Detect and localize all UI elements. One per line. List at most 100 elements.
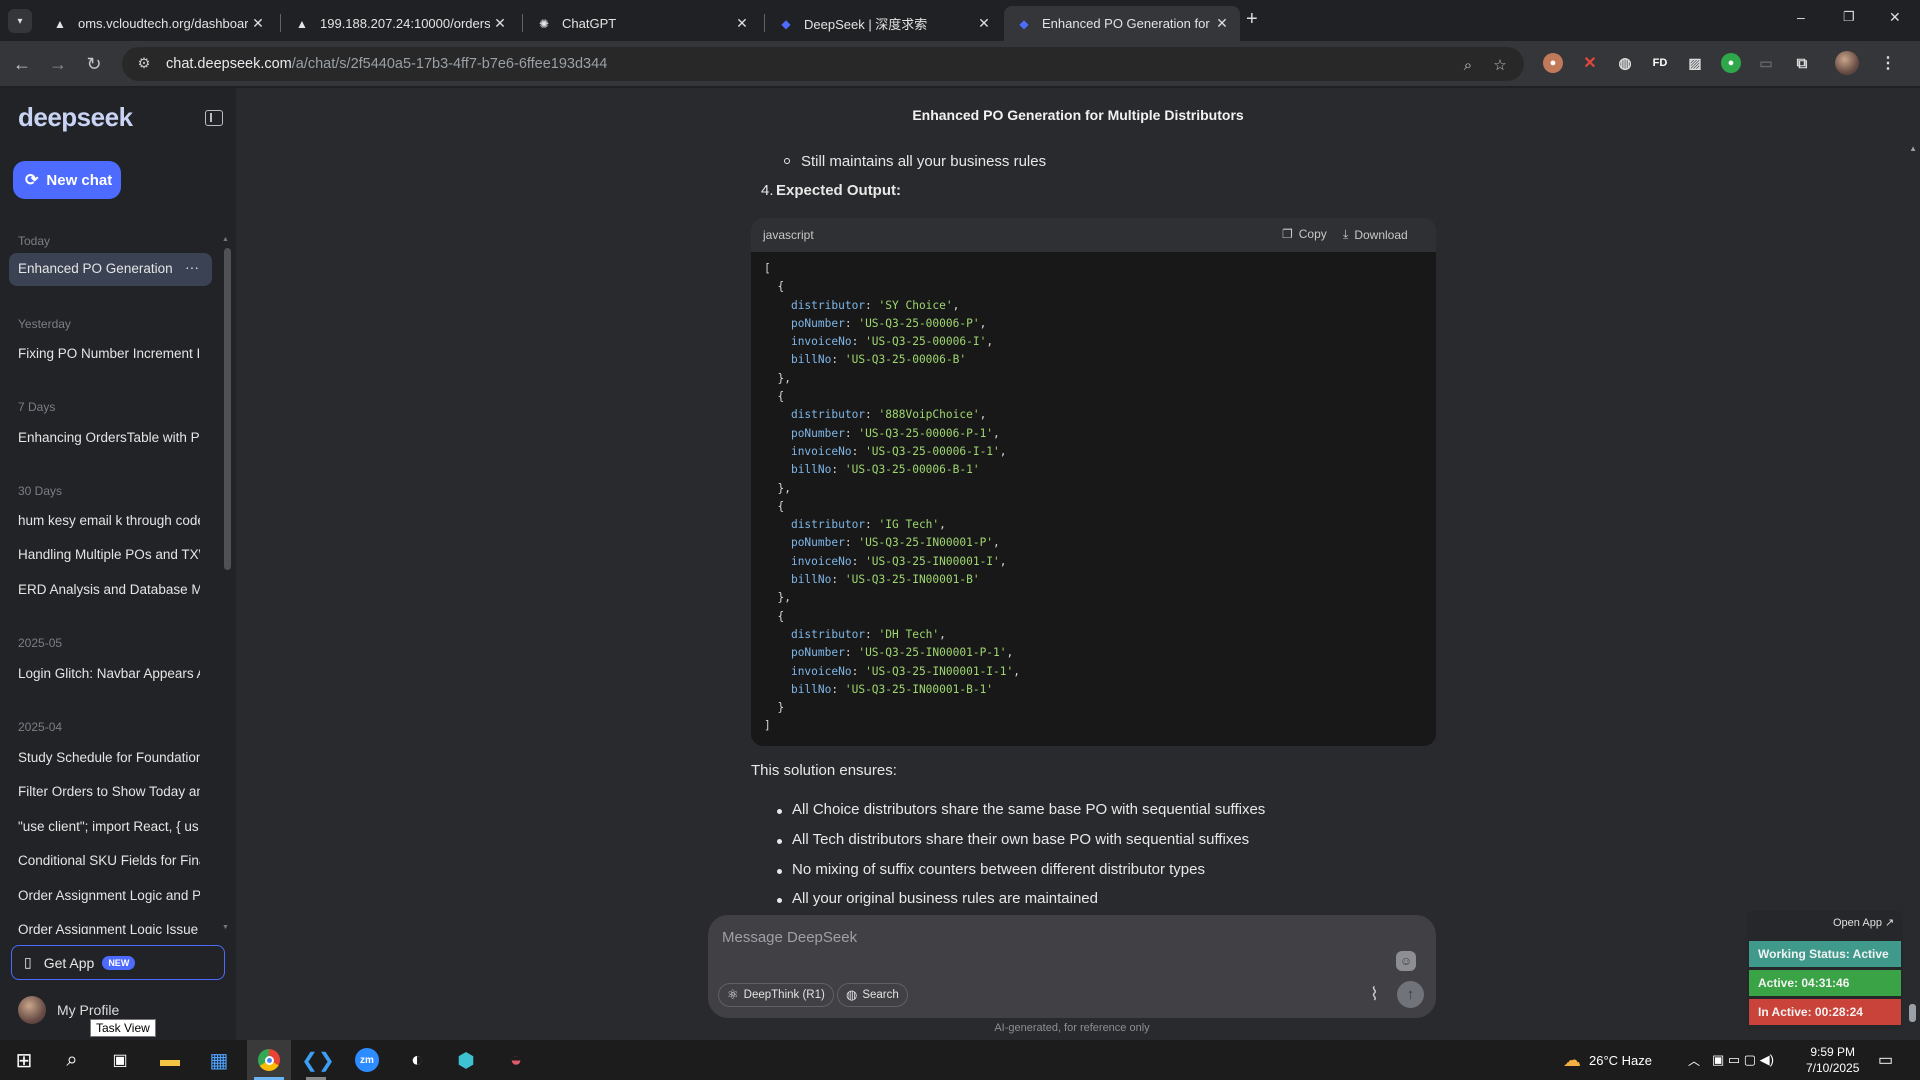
deepthink-toggle[interactable]: ⚛ DeepThink (R1) <box>718 983 834 1007</box>
sub-bullet-marker <box>784 158 790 164</box>
group-label-2025-04: 2025-04 <box>18 720 63 734</box>
app-icon[interactable]: ◒ <box>494 1040 538 1080</box>
browser-tab-enhanced-po[interactable]: ◆ Enhanced PO Generation for Mu ✕ <box>1004 6 1240 41</box>
code-header: javascript ❐ Copy ⤓ Download <box>751 218 1436 252</box>
app-icon[interactable]: ⬢ <box>444 1040 488 1080</box>
menu-kebab-icon[interactable]: ⋮ <box>1878 53 1898 73</box>
address-bar[interactable]: ⚙ chat.deepseek.com/a/chat/s/2f5440a5-17… <box>122 47 1524 81</box>
forward-icon[interactable]: → <box>44 50 72 78</box>
chat-history-item[interactable]: Fixing PO Number Increment Iss <box>18 346 200 361</box>
sidebar-scrollbar[interactable] <box>224 248 231 570</box>
close-tab-icon[interactable]: ✕ <box>1212 14 1232 34</box>
task-view-icon[interactable]: ▣ <box>98 1040 142 1080</box>
chat-history-item[interactable]: Conditional SKU Fields for Finan <box>18 853 200 868</box>
copy-button[interactable]: ❐ Copy <box>1282 227 1327 241</box>
zoom-app-icon[interactable]: zm <box>345 1040 389 1080</box>
bookmark-star-icon[interactable]: ☆ <box>1490 55 1510 75</box>
code-block: javascript ❐ Copy ⤓ Download [ { distrib… <box>751 218 1436 746</box>
new-tab-button[interactable]: + <box>1246 8 1258 31</box>
tab-search-button[interactable]: ▾ <box>8 9 32 33</box>
group-label-7-days: 7 Days <box>18 400 56 414</box>
new-chat-button[interactable]: ⟳ New chat <box>13 161 121 199</box>
open-app-link[interactable]: Open App ↗ <box>1833 916 1894 929</box>
scroll-down-arrow-icon[interactable]: ▼ <box>222 924 229 931</box>
main-scrollbar-thumb[interactable] <box>1909 1004 1916 1022</box>
search-icon[interactable]: ⌕ <box>50 1040 94 1080</box>
weather-icon: ☁ <box>1563 1049 1581 1070</box>
fd-extension-icon[interactable]: FD <box>1650 53 1670 73</box>
windows-start-icon[interactable]: ⊞ <box>2 1040 46 1080</box>
group-label-30-days: 30 Days <box>18 484 63 498</box>
chat-history-item[interactable]: Enhancing OrdersTable with Pro <box>18 430 200 445</box>
disclaimer: AI-generated, for reference only <box>994 1022 1150 1034</box>
send-button[interactable]: ↑ <box>1397 981 1424 1008</box>
collapse-sidebar-icon[interactable] <box>205 110 223 126</box>
chat-history-item[interactable]: Study Schedule for Foundation U <box>18 750 200 765</box>
deepseek-logo[interactable]: deepseek <box>18 102 133 133</box>
close-tab-icon[interactable]: ✕ <box>490 14 510 34</box>
reload-icon[interactable]: ↻ <box>80 50 108 78</box>
chrome-icon[interactable] <box>247 1040 291 1080</box>
task-view-tooltip: Task View <box>90 1019 156 1037</box>
message-composer: Message DeepSeek ☺ ⚛ DeepThink (R1) ◍ Se… <box>708 915 1436 1018</box>
close-tab-icon[interactable]: ✕ <box>974 14 994 34</box>
cast-extension-icon[interactable]: ▭ <box>1756 53 1776 73</box>
browser-tab-oms[interactable]: ▲ oms.vcloudtech.org/dashboard ✕ <box>40 6 276 41</box>
site-info-icon[interactable]: ⚙ <box>136 56 152 72</box>
download-button[interactable]: ⤓ Download <box>1343 227 1408 242</box>
show-hidden-icons-icon[interactable]: ︿ <box>1688 1040 1700 1080</box>
vscode-icon[interactable]: ❮❯ <box>296 1040 340 1080</box>
more-options-icon[interactable]: ··· <box>185 259 199 275</box>
chat-history-item[interactable]: "use client"; import React, { us <box>18 819 200 834</box>
tab-separator <box>522 14 523 32</box>
get-app-button[interactable]: ▯ Get App NEW <box>11 945 225 980</box>
zoom-icon[interactable]: ⌕ <box>1458 55 1478 75</box>
image-extension-icon[interactable]: ▨ <box>1685 53 1705 73</box>
chat-history-item[interactable]: Order Assignment Logic and Pri <box>18 888 200 903</box>
chat-history-item[interactable]: Handling Multiple POs and TXW <box>18 547 200 562</box>
chat-history-item-active[interactable]: Enhanced PO Generation fo ··· <box>9 253 212 286</box>
search-toggle[interactable]: ◍ Search <box>837 983 908 1007</box>
profile-avatar-icon[interactable] <box>1835 51 1859 75</box>
restore-button[interactable]: ❐ <box>1843 9 1855 25</box>
code-language: javascript <box>763 228 814 242</box>
windows-taskbar: ⊞ ⌕ ▣ ▬ ▦ ❮❯ zm ◐ ⬢ ◒ ☁ 26°C Haze ︿ ▣ ▭ … <box>0 1040 1920 1080</box>
close-window-button[interactable]: ✕ <box>1889 9 1901 26</box>
chat-history-item[interactable]: Login Glitch: Navbar Appears Ab <box>18 666 200 681</box>
store-icon[interactable]: ▦ <box>197 1040 241 1080</box>
notification-icon[interactable]: ▭ <box>1878 1040 1893 1080</box>
extensions-puzzle-icon[interactable]: ⧉ <box>1792 53 1812 73</box>
paperclip-icon[interactable]: ⌇ <box>1370 984 1379 1005</box>
extension-icon[interactable]: ● <box>1543 53 1563 73</box>
browser-tab-deepseek[interactable]: ◆ DeepSeek | 深度求索 ✕ <box>766 6 1002 41</box>
minimize-button[interactable]: – <box>1797 9 1805 25</box>
app-icon[interactable]: ◐ <box>395 1040 439 1080</box>
tray-icons[interactable]: ▣ ▭ ▢ ◀) <box>1712 1040 1774 1080</box>
chat-history-item[interactable]: Order Assignment Logic Issue wi <box>18 922 200 934</box>
new-badge: NEW <box>102 955 136 970</box>
clock[interactable]: 9:59 PM 7/10/2025 <box>1806 1040 1859 1080</box>
chat-history-item[interactable]: Filter Orders to Show Today and <box>18 784 200 799</box>
chat-history-item[interactable]: ERD Analysis and Database Mod <box>18 582 200 597</box>
message-input[interactable]: Message DeepSeek <box>722 929 857 946</box>
bullet-text: All Choice distributors share the same b… <box>792 801 1266 818</box>
chat-main: Enhanced PO Generation for Multiple Dist… <box>236 88 1920 1040</box>
globe-extension-icon[interactable]: ◍ <box>1615 53 1635 73</box>
weather-widget[interactable]: ☁ 26°C Haze <box>1563 1040 1652 1080</box>
chat-history-item[interactable]: hum kesy email k through code <box>18 513 200 528</box>
extension-close-icon[interactable]: ✕ <box>1580 53 1600 73</box>
numbered-index: 4. <box>761 182 774 199</box>
tab-strip: ▾ ▲ oms.vcloudtech.org/dashboard ✕ ▲ 199… <box>0 0 1920 41</box>
file-explorer-icon[interactable]: ▬ <box>148 1040 192 1080</box>
back-icon[interactable]: ← <box>8 50 36 78</box>
browser-tab-orders[interactable]: ▲ 199.188.207.24:10000/orders/6 ✕ <box>282 6 518 41</box>
bot-icon[interactable]: ☺ <box>1396 951 1416 971</box>
browser-tab-chatgpt[interactable]: ✺ ChatGPT ✕ <box>524 6 760 41</box>
group-label-yesterday: Yesterday <box>18 317 71 331</box>
close-tab-icon[interactable]: ✕ <box>732 14 752 34</box>
scroll-up-arrow-icon[interactable]: ▲ <box>222 236 229 243</box>
scroll-up-arrow-icon[interactable]: ▲ <box>1909 144 1917 153</box>
green-extension-icon[interactable]: ● <box>1721 53 1741 73</box>
inactive-time-badge: In Active: 00:28:24 <box>1749 999 1901 1025</box>
close-tab-icon[interactable]: ✕ <box>248 14 268 34</box>
